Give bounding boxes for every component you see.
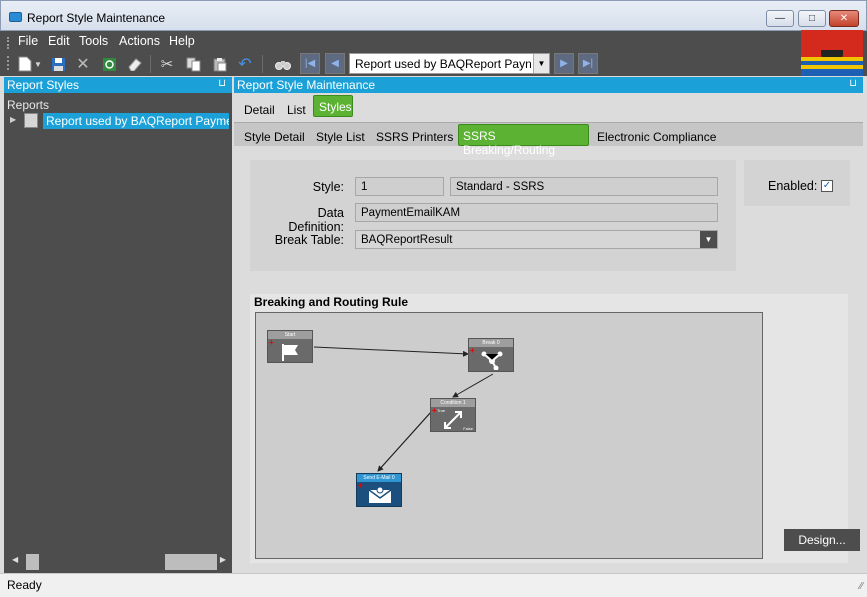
panel-title: Report Style Maintenance <box>237 78 376 92</box>
menu-edit[interactable]: Edit <box>48 34 70 48</box>
tab-style-list[interactable]: Style List <box>316 130 365 144</box>
add-icon[interactable]: + <box>432 407 437 415</box>
email-icon <box>368 486 392 503</box>
window-title: Report Style Maintenance <box>27 11 166 25</box>
horizontal-scrollbar[interactable]: ◀ ▶ <box>8 553 228 571</box>
node-label: Start <box>268 331 312 339</box>
node-label: Condition 1 <box>431 399 475 407</box>
branch-icon <box>481 351 503 370</box>
break-table-select[interactable]: BAQReportResult ▼ <box>355 230 718 249</box>
panel-header: Report Styles ⊔ <box>4 77 232 93</box>
paste-icon[interactable] <box>209 54 229 74</box>
tab-electronic-compliance[interactable]: Electronic Compliance <box>597 130 716 144</box>
delete-icon[interactable]: ✕ <box>73 54 93 74</box>
main-tabs: Detail List Styles <box>234 94 863 118</box>
break-table-value: BAQReportResult <box>361 234 453 246</box>
copy-icon[interactable] <box>183 54 203 74</box>
close-button[interactable]: ✕ <box>829 10 859 27</box>
style-description-field[interactable]: Standard - SSRS <box>450 177 718 196</box>
menu-file[interactable]: File <box>18 34 38 48</box>
design-button[interactable]: Design... <box>784 529 860 551</box>
toolbar-separator <box>150 55 151 73</box>
tab-list[interactable]: List <box>287 103 306 117</box>
grip-icon <box>7 37 9 49</box>
enabled-label: Enabled: <box>768 179 818 193</box>
sub-tabs: Style Detail Style List SSRS Printers SS… <box>234 122 863 157</box>
tab-detail[interactable]: Detail <box>244 103 275 117</box>
add-icon[interactable]: + <box>269 339 274 347</box>
panel-header: Report Style Maintenance ⊔ <box>234 77 863 93</box>
break-node[interactable]: Break 0 + <box>468 338 514 372</box>
pin-icon[interactable]: ⊔ <box>218 78 226 89</box>
chevron-down-icon[interactable]: ▼ <box>533 54 549 73</box>
grip-icon <box>7 56 9 70</box>
rule-title: Breaking and Routing Rule <box>254 295 409 309</box>
last-record-icon[interactable]: ▶| <box>578 53 598 74</box>
routing-canvas[interactable]: Start + Break 0 + Condition 1 + True Fal… <box>255 312 763 559</box>
status-text: Ready <box>7 578 42 592</box>
next-record-icon[interactable]: ▶ <box>554 53 574 74</box>
menu-help[interactable]: Help <box>169 34 195 48</box>
pin-icon[interactable]: ⊔ <box>849 78 857 89</box>
cut-icon[interactable]: ✂ <box>157 54 177 74</box>
node-label: Send E-Mail 0 <box>357 474 401 482</box>
tree-root[interactable]: Reports <box>7 98 49 112</box>
condition-icon <box>444 411 462 429</box>
resize-grip-icon[interactable]: ∕∕ <box>860 581 863 592</box>
first-record-icon[interactable]: |◀ <box>300 53 320 74</box>
data-definition-field[interactable]: PaymentEmailKAM <box>355 203 718 222</box>
enabled-group: Enabled: <box>744 160 850 206</box>
tab-ssrs-printers[interactable]: SSRS Printers <box>376 130 453 144</box>
chevron-down-icon[interactable]: ▼ <box>700 231 717 248</box>
minimize-button[interactable]: — <box>766 10 794 27</box>
record-selector-value: Report used by BAQReport Payn <box>355 57 532 71</box>
report-styles-panel: Report Styles ⊔ Reports ▶ Report used by… <box>4 77 232 573</box>
panel-title: Report Styles <box>7 78 80 92</box>
menu-actions[interactable]: Actions <box>119 34 160 48</box>
scroll-left-icon[interactable]: ◀ <box>12 555 18 564</box>
previous-record-icon[interactable]: ◀ <box>325 53 345 74</box>
tab-styles[interactable]: Styles <box>313 95 353 117</box>
new-dropdown-icon[interactable]: ▼ <box>33 54 43 74</box>
flag-icon <box>282 344 298 361</box>
scroll-track[interactable] <box>26 554 39 570</box>
status-bar: Ready ∕∕ <box>0 573 867 597</box>
report-icon <box>24 113 38 128</box>
company-logo <box>801 30 863 76</box>
style-label: Style: <box>312 180 344 194</box>
node-label: Break 0 <box>469 339 513 347</box>
enabled-checkbox[interactable]: ✓ <box>821 180 833 192</box>
scroll-thumb[interactable] <box>165 554 217 570</box>
start-node[interactable]: Start + <box>267 330 313 363</box>
app-icon <box>9 12 22 22</box>
scroll-right-icon[interactable]: ▶ <box>220 555 226 564</box>
search-icon[interactable] <box>273 54 293 74</box>
expand-icon[interactable]: ▶ <box>10 115 16 124</box>
menu-tools[interactable]: Tools <box>79 34 108 48</box>
send-email-node[interactable]: Send E-Mail 0 + <box>356 473 402 507</box>
rule-group: Breaking and Routing Rule Start + Break … <box>250 294 860 563</box>
toolbar-separator <box>262 55 263 73</box>
save-icon[interactable] <box>48 54 68 74</box>
add-icon[interactable]: + <box>358 482 363 490</box>
break-table-label: Break Table: <box>274 233 344 247</box>
style-fields: Style: 1 Standard - SSRS Data Definition… <box>250 160 736 271</box>
refresh-icon[interactable] <box>99 54 119 74</box>
undo-icon[interactable]: ↶ <box>235 54 255 74</box>
condition-node[interactable]: Condition 1 + True False <box>430 398 476 432</box>
title-bar: Report Style Maintenance — □ ✕ <box>0 0 867 31</box>
style-field[interactable]: 1 <box>355 177 444 196</box>
new-icon[interactable] <box>15 54 35 74</box>
tab-ssrs-breaking-routing[interactable]: SSRS Breaking/Routing <box>458 124 589 157</box>
tab-style-detail[interactable]: Style Detail <box>244 130 305 144</box>
menu-bar: File Edit Tools Actions Help <box>0 31 867 51</box>
record-selector[interactable]: Report used by BAQReport Payn ▼ <box>349 53 550 74</box>
add-icon[interactable]: + <box>470 347 475 355</box>
maximize-button[interactable]: □ <box>798 10 826 27</box>
data-definition-label: Data Definition: <box>288 206 344 234</box>
report-style-panel: Report Style Maintenance ⊔ Detail List S… <box>234 77 863 573</box>
eraser-icon[interactable] <box>125 54 145 74</box>
tree-item-report[interactable]: Report used by BAQReport Paymen <box>43 113 229 129</box>
